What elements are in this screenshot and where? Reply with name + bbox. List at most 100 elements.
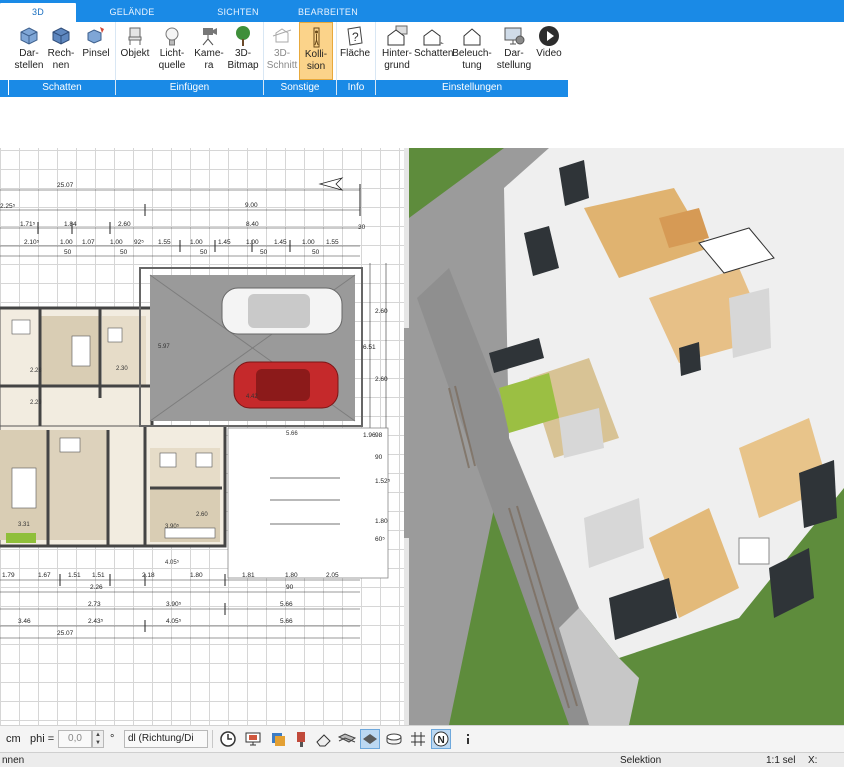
dim-label: 1.79 xyxy=(2,572,15,579)
dim-label: 3.46 xyxy=(18,618,31,625)
hintergrund-button[interactable]: Hinter- grund xyxy=(378,22,416,80)
dim-label: 1.52⁵ xyxy=(375,478,391,485)
input-toolbar: cm phi = 0,0 ▲ ▼ ° dl (Richtung/Di N xyxy=(0,725,844,752)
svg-text:?: ? xyxy=(352,30,359,44)
tab-bearbeiten[interactable]: BEARBEITEN xyxy=(290,3,366,22)
tab-sichten[interactable]: SICHTEN xyxy=(200,3,276,22)
group-label-info: Info xyxy=(337,80,375,95)
schnitt3d-button[interactable]: 3D- Schnitt xyxy=(264,22,300,80)
room-dimension: 3.90⁵ xyxy=(165,524,180,530)
status-scale: 1:1 sel xyxy=(766,755,796,766)
room-dimension: 4.42 xyxy=(246,394,258,400)
dim-label: 1.00 xyxy=(246,239,259,246)
video-label: Video xyxy=(536,48,562,59)
phi-stepper[interactable]: ▲ ▼ xyxy=(92,730,104,748)
floor-plan-drawing xyxy=(0,177,389,639)
dim-label: 1.96 xyxy=(363,432,376,439)
dim-label: 50 xyxy=(120,249,128,256)
dim-label: 2.18 xyxy=(142,572,155,579)
ribbon-tab-bar: 3D GELÄNDE SICHTEN BEARBEITEN xyxy=(0,0,844,22)
room-dimension: 5.97 xyxy=(158,344,170,350)
direction-select[interactable]: dl (Richtung/Di xyxy=(124,730,208,748)
dim-label: 6.51 xyxy=(363,344,376,351)
group-label-einfuegen: Einfügen xyxy=(116,80,263,95)
surface-icon[interactable] xyxy=(384,729,404,749)
status-mode: Selektion xyxy=(620,755,662,766)
dim-label: 1.55 xyxy=(158,239,171,246)
dim-label: 50 xyxy=(312,249,320,256)
cube-icon xyxy=(20,27,38,45)
3d-view[interactable] xyxy=(409,148,844,725)
dim-label: 2.26 xyxy=(90,584,103,591)
room-dimension: 2.29 xyxy=(30,400,42,406)
dim-label: 1.00 xyxy=(110,239,123,246)
dim-label: 50 xyxy=(64,249,72,256)
darstellen-button[interactable]: Dar- stellen xyxy=(10,22,48,80)
toolbar-divider xyxy=(212,730,213,748)
dim-label: 2.10⁵ xyxy=(24,239,40,246)
dim-label: 30 xyxy=(358,224,366,231)
texture-icon[interactable] xyxy=(337,729,357,749)
camera-tripod-icon xyxy=(202,28,217,46)
dim-label: 1.84 xyxy=(64,221,77,228)
beleuchtung-label: Beleuch- tung xyxy=(452,48,492,71)
dim-label: 1.81 xyxy=(242,572,255,579)
bitmap3d-button[interactable]: 3D- Bitmap xyxy=(226,22,260,80)
group-label-prev xyxy=(0,80,8,95)
north-icon[interactable]: N xyxy=(431,729,451,749)
plane-icon[interactable] xyxy=(360,729,380,749)
group-label-schatten: Schatten xyxy=(9,80,115,95)
dim-label: 1.00 xyxy=(190,239,203,246)
dim-label: 50 xyxy=(260,249,268,256)
tab-gelaende[interactable]: GELÄNDE xyxy=(96,3,168,22)
lichtquelle-label: Licht- quelle xyxy=(158,48,186,71)
video-button[interactable]: Video xyxy=(534,22,564,80)
dim-label: 2.05 xyxy=(326,572,339,579)
dim-label: 2.60 xyxy=(375,376,388,383)
grid-icon[interactable] xyxy=(408,729,428,749)
white-car xyxy=(221,287,343,335)
dim-label: 3.90⁵ xyxy=(166,601,182,608)
more-options-icon[interactable] xyxy=(458,729,478,749)
dim-label: 1.71⁵ xyxy=(20,221,36,228)
dim-label: 1.51 xyxy=(92,572,105,579)
layers-icon[interactable] xyxy=(268,729,288,749)
tab-3d[interactable]: 3D xyxy=(0,3,76,22)
dim-label: 50 xyxy=(200,249,208,256)
svg-text:N: N xyxy=(438,735,445,746)
monitor-icon[interactable] xyxy=(243,729,263,749)
objekt-label: Objekt xyxy=(120,48,150,59)
app-window: 3D GELÄNDE SICHTEN BEARBEITEN Dar- stell… xyxy=(0,0,844,767)
darstellung-button[interactable]: Dar- stellung xyxy=(495,22,533,80)
eraser-icon[interactable] xyxy=(314,729,334,749)
3d-house-rendering xyxy=(409,148,844,725)
dim-label: 5.66 xyxy=(280,618,293,625)
darstellen-label: Dar- stellen xyxy=(14,48,44,71)
rechnen-button[interactable]: Rech- nen xyxy=(46,22,76,80)
schatten-button[interactable]: Schatten xyxy=(414,22,454,80)
pinsel-label: Pinsel xyxy=(82,48,110,59)
phi-label: phi = xyxy=(30,733,55,745)
kollision-button[interactable]: Kolli- sion xyxy=(299,22,333,80)
schatten-label: Schatten xyxy=(414,48,454,59)
dim-label: 1.67 xyxy=(38,572,51,579)
beleuchtung-button[interactable]: Beleuch- tung xyxy=(452,22,492,80)
floor-plan-view[interactable]: 25.07 2.25⁵ 9.00 1.71⁵ 1.84 2.60 8.40 2.… xyxy=(0,148,404,725)
objekt-button[interactable]: Objekt xyxy=(119,22,151,80)
brush-icon[interactable] xyxy=(292,729,312,749)
darstellung-label: Dar- stellung xyxy=(496,48,532,71)
kamera-button[interactable]: Kame- ra xyxy=(192,22,226,80)
lichtquelle-button[interactable]: Licht- quelle xyxy=(154,22,190,80)
dim-label: 90 xyxy=(375,454,383,461)
house-light-icon xyxy=(463,28,481,46)
pinsel-button[interactable]: Pinsel xyxy=(80,22,112,80)
house-background-icon xyxy=(387,25,408,46)
clock-icon[interactable] xyxy=(218,729,238,749)
chair-icon xyxy=(128,27,142,45)
schnitt3d-label: 3D- Schnitt xyxy=(266,48,298,71)
flaeche-label: Fläche xyxy=(339,48,370,59)
ribbon-bottom-border xyxy=(0,95,568,97)
phi-input[interactable]: 0,0 xyxy=(58,730,92,748)
dim-label: 2.43⁵ xyxy=(88,618,104,625)
flaeche-button[interactable]: ? Fläche xyxy=(339,22,371,80)
